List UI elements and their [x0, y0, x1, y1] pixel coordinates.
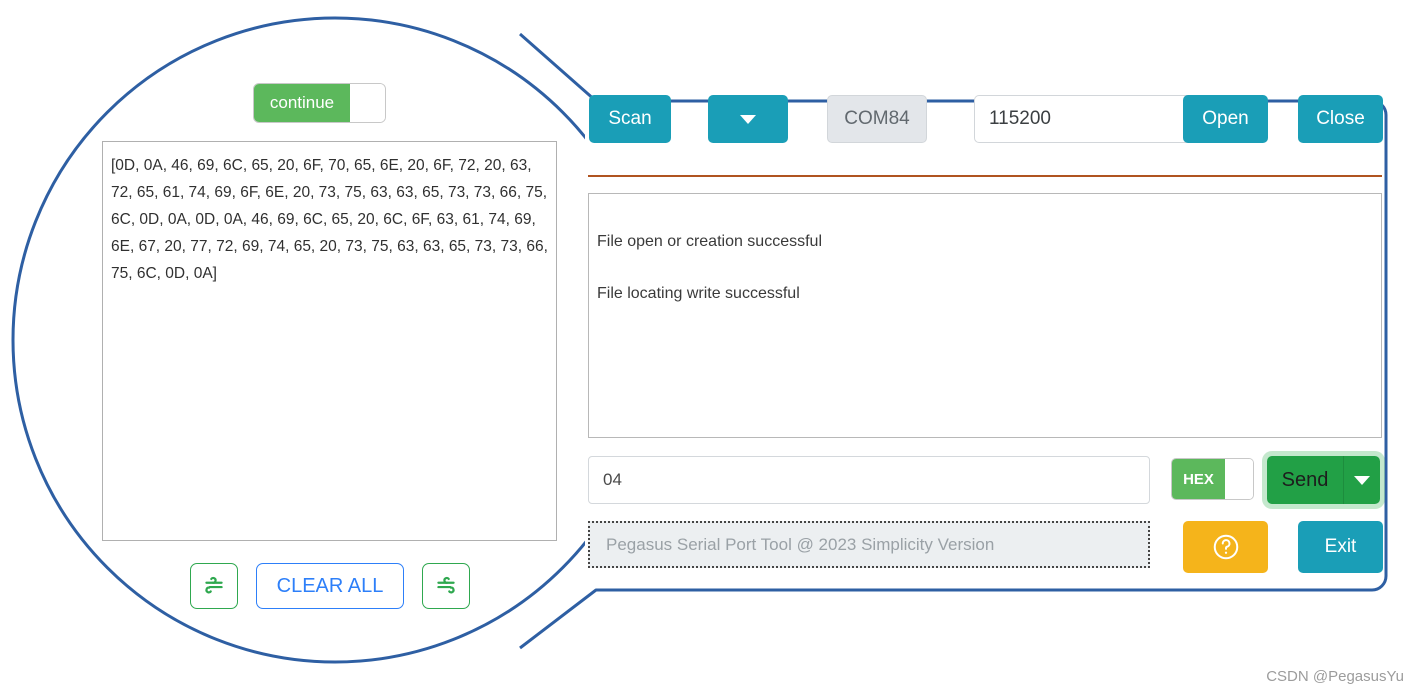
- wind-right-button[interactable]: [422, 563, 471, 609]
- continue-toggle-knob: [350, 84, 385, 122]
- send-data-input[interactable]: [588, 456, 1150, 504]
- continue-toggle[interactable]: continue: [253, 83, 386, 123]
- hex-toggle-knob: [1225, 459, 1253, 499]
- zoomed-detail-region: continue [0D, 0A, 46, 69, 6C, 65, 20, 6F…: [100, 78, 570, 609]
- zoom-action-buttons: CLEAR ALL: [100, 563, 560, 609]
- wind-left-button[interactable]: [189, 563, 238, 609]
- watermark: CSDN @PegasusYu: [1266, 668, 1404, 685]
- open-button[interactable]: Open: [1183, 95, 1268, 143]
- clear-all-button[interactable]: CLEAR ALL: [255, 563, 405, 609]
- continue-toggle-label: continue: [254, 84, 350, 122]
- close-button[interactable]: Close: [1298, 95, 1383, 143]
- hex-dump-textarea[interactable]: [0D, 0A, 46, 69, 6C, 65, 20, 6F, 70, 65,…: [102, 141, 557, 541]
- send-dropdown-button[interactable]: [1343, 456, 1380, 504]
- status-bar: Pegasus Serial Port Tool @ 2023 Simplici…: [588, 521, 1150, 568]
- toolbar: Scan COM84 Open Close: [585, 93, 1385, 149]
- wind-left-icon: [204, 576, 223, 594]
- screenshot-root: continue [0D, 0A, 46, 69, 6C, 65, 20, 6F…: [0, 0, 1420, 695]
- baud-rate-combo: [974, 95, 1252, 143]
- port-value-field[interactable]: COM84: [827, 95, 927, 143]
- send-row: HEX Send: [585, 456, 1385, 508]
- send-button-group: Send: [1267, 456, 1380, 504]
- log-line: File open or creation successful: [597, 233, 822, 250]
- port-dropdown-button[interactable]: [708, 95, 788, 143]
- hex-toggle-label: HEX: [1172, 459, 1225, 499]
- chevron-down-icon: [740, 114, 756, 124]
- toolbar-divider: [588, 175, 1382, 177]
- question-circle-icon: [1213, 534, 1238, 560]
- hex-mode-toggle[interactable]: HEX: [1171, 458, 1254, 500]
- log-output-panel[interactable]: File open or creation successful File lo…: [588, 193, 1382, 438]
- exit-button[interactable]: Exit: [1298, 521, 1383, 573]
- scan-button[interactable]: Scan: [589, 95, 671, 143]
- help-button[interactable]: [1183, 521, 1268, 573]
- log-line: File locating write successful: [597, 285, 800, 302]
- send-button[interactable]: Send: [1267, 456, 1343, 504]
- bottom-row: Pegasus Serial Port Tool @ 2023 Simplici…: [585, 521, 1385, 577]
- chevron-down-icon: [1354, 475, 1370, 485]
- serial-port-tool-window: Scan COM84 Open Close File open or creat…: [585, 93, 1385, 603]
- wind-right-icon: [437, 576, 456, 594]
